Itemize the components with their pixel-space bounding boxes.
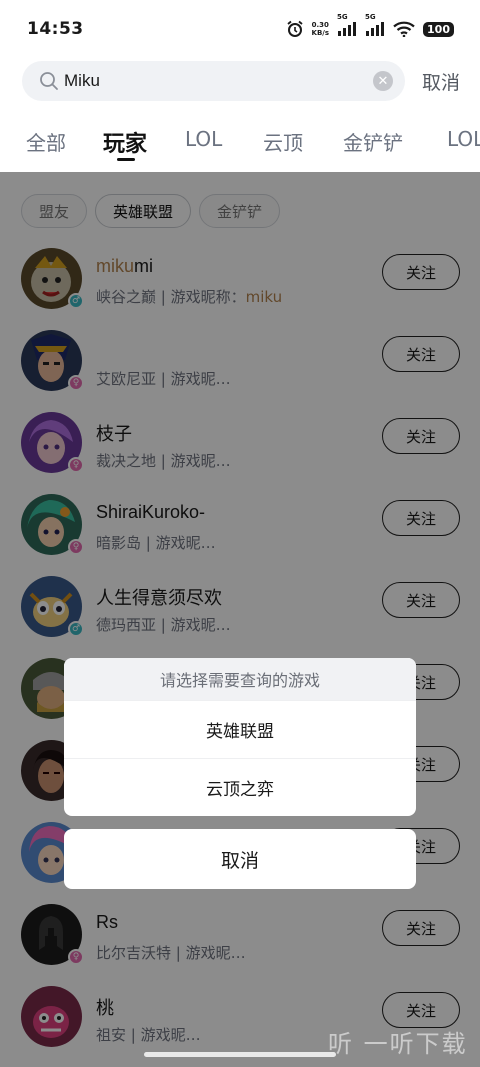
modal-overlay[interactable] <box>0 172 480 1067</box>
net-speed-value: 0.30 <box>311 21 329 29</box>
net-speed-unit: KB/s <box>311 29 330 37</box>
clear-icon[interactable]: ✕ <box>373 71 393 91</box>
status-bar: 14:53 0.30 KB/s 5G 5G 100 <box>0 0 480 58</box>
alarm-icon <box>286 20 304 38</box>
tab-lol[interactable]: LOL <box>185 127 222 151</box>
wifi-icon <box>393 21 415 37</box>
home-indicator[interactable] <box>144 1052 336 1057</box>
sheet-cancel-button[interactable]: 取消 <box>64 829 416 889</box>
tab-jinchanchan[interactable]: 金铲铲 <box>343 127 403 156</box>
search-input[interactable] <box>64 71 373 91</box>
signal-icon-2: 5G <box>365 13 385 36</box>
game-select-sheet: 请选择需要查询的游戏 英雄联盟 云顶之弈 <box>64 658 416 816</box>
tab-players[interactable]: 玩家 <box>103 126 147 158</box>
option-lol[interactable]: 英雄联盟 <box>64 700 416 758</box>
search-cancel-button[interactable]: 取消 <box>422 68 460 95</box>
search-box[interactable]: ✕ <box>22 61 405 101</box>
sheet-title: 请选择需要查询的游戏 <box>64 658 416 700</box>
option-tft[interactable]: 云顶之弈 <box>64 758 416 816</box>
search-icon <box>38 70 60 92</box>
status-time: 14:53 <box>27 19 84 39</box>
status-icons: 0.30 KB/s 5G 5G 100 <box>286 13 454 38</box>
signal-icon: 5G <box>337 13 357 36</box>
tab-all[interactable]: 全部 <box>26 127 66 156</box>
signal-label: 5G <box>337 13 348 21</box>
tab-bar: 全部 玩家 LOL 云顶 金铲铲 LOL <box>0 118 480 172</box>
watermark: 听 一听下载 <box>328 1030 468 1058</box>
signal-label-2: 5G <box>365 13 376 21</box>
net-speed: 0.30 KB/s <box>312 21 329 37</box>
tab-yunding[interactable]: 云顶 <box>263 127 303 156</box>
tab-lol-2[interactable]: LOL <box>447 127 480 151</box>
tab-indicator <box>117 158 135 161</box>
search-row: ✕ 取消 <box>22 61 466 101</box>
battery-indicator: 100 <box>423 21 454 37</box>
